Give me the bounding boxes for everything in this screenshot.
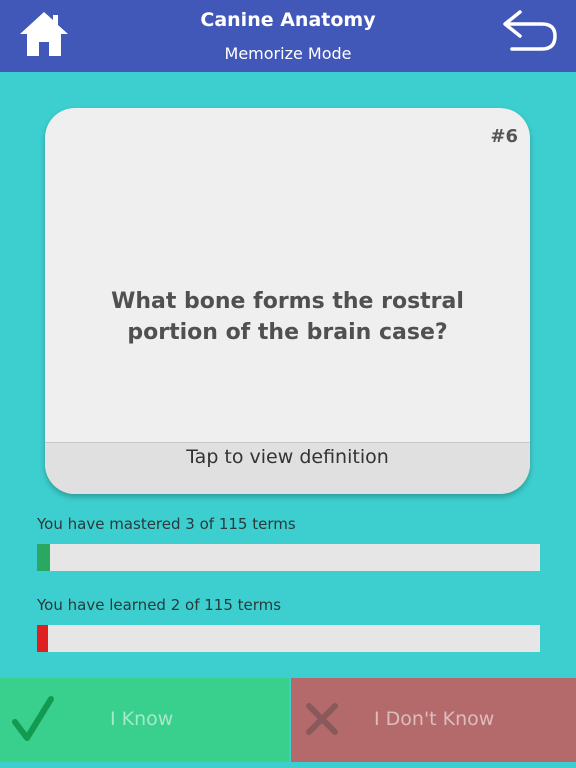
mastered-label: You have mastered 3 of 115 terms (37, 515, 296, 533)
mastered-progress-bar (37, 544, 540, 571)
header-bar: Canine Anatomy Memorize Mode (0, 0, 576, 72)
learned-label: You have learned 2 of 115 terms (37, 596, 282, 614)
mode-subtitle: Memorize Mode (224, 44, 352, 63)
learned-progress-fill (37, 625, 49, 652)
i-know-button[interactable]: I Know (0, 678, 289, 762)
card-question: What bone forms the rostral portion of t… (111, 289, 464, 345)
view-definition-bar[interactable]: Tap to view definition (45, 442, 530, 494)
view-definition-label: Tap to view definition (186, 446, 389, 468)
x-icon (306, 703, 338, 735)
i-dont-know-label: I Don't Know (374, 708, 495, 730)
flashcard[interactable]: #6 What bone forms the rostral portion o… (45, 108, 530, 494)
checkmark-icon (12, 696, 54, 741)
mastered-progress-fill (37, 544, 51, 571)
card-number: #6 (490, 126, 518, 147)
i-dont-know-button[interactable]: I Don't Know (291, 678, 576, 762)
page-title: Canine Anatomy (200, 9, 376, 31)
back-button[interactable] (500, 8, 560, 56)
learned-progress-bar (37, 625, 540, 652)
return-arrow-icon (503, 10, 557, 51)
i-know-label: I Know (110, 708, 174, 730)
